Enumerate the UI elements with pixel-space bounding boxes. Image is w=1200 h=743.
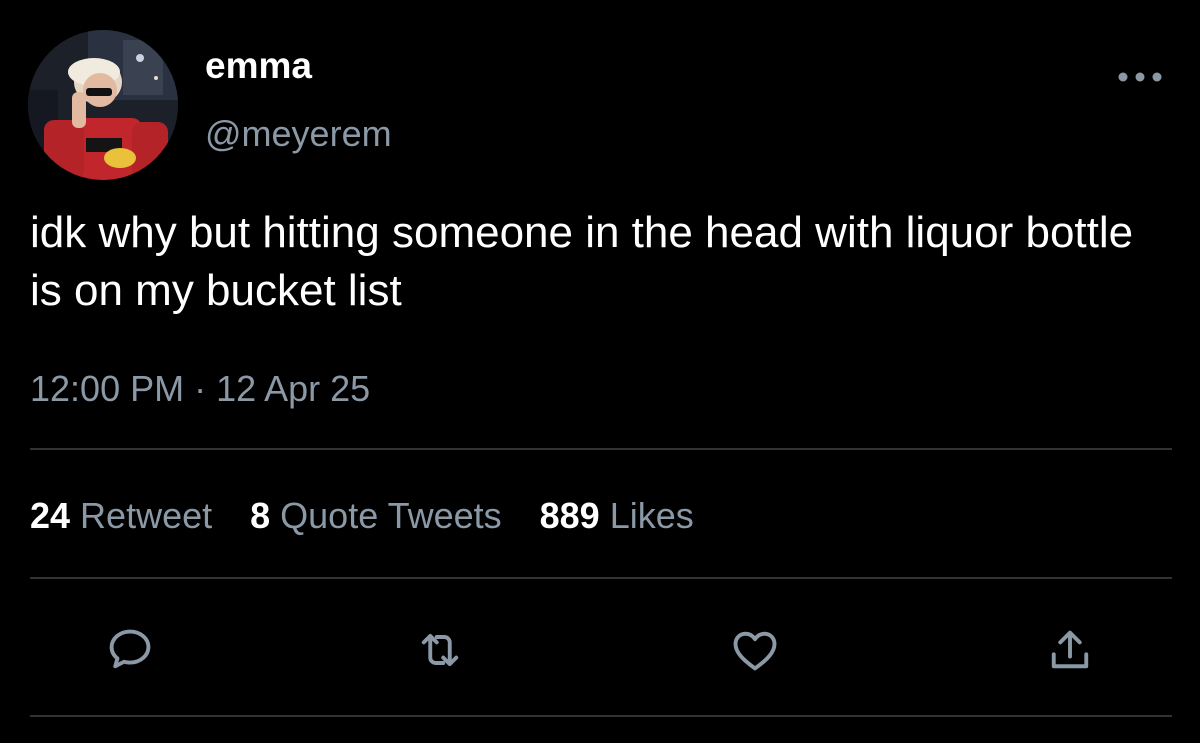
like-button[interactable] [725, 620, 785, 680]
likes-count: 889 [539, 495, 600, 536]
more-options-button[interactable] [1110, 62, 1170, 92]
quotes-label: Quote Tweets [280, 495, 502, 536]
retweets-count: 24 [30, 495, 71, 536]
author-display-name[interactable]: emma [205, 44, 312, 88]
share-button[interactable] [1040, 620, 1100, 680]
tweet-detail: emma @meyerem idk why but hitting someon… [0, 0, 1200, 743]
tweet-text: idk why but hitting someone in the head … [30, 208, 1134, 315]
likes-stat[interactable]: 889 Likes [540, 492, 694, 540]
retweet-icon [421, 633, 459, 667]
tweet-timestamp[interactable]: 12:00 PM · 12 Apr 25 [30, 365, 370, 413]
share-icon [1051, 630, 1089, 669]
divider [30, 577, 1172, 579]
likes-label: Likes [609, 495, 694, 536]
more-icon [1118, 72, 1162, 82]
author-handle[interactable]: @meyerem [205, 112, 392, 156]
divider [30, 448, 1172, 450]
like-icon [733, 631, 777, 671]
retweets-stat[interactable]: 24 Retweet [30, 492, 212, 540]
quotes-stat[interactable]: 8 Quote Tweets [250, 492, 502, 540]
reply-button[interactable] [100, 620, 160, 680]
reply-icon [109, 629, 151, 669]
retweets-label: Retweet [80, 495, 213, 536]
quotes-count: 8 [250, 495, 271, 536]
avatar-photo [28, 30, 178, 180]
divider [30, 715, 1172, 717]
tweet-stats: 24 Retweet 8 Quote Tweets 889 Likes [30, 492, 732, 540]
retweet-button[interactable] [410, 620, 470, 680]
avatar[interactable] [28, 30, 178, 180]
